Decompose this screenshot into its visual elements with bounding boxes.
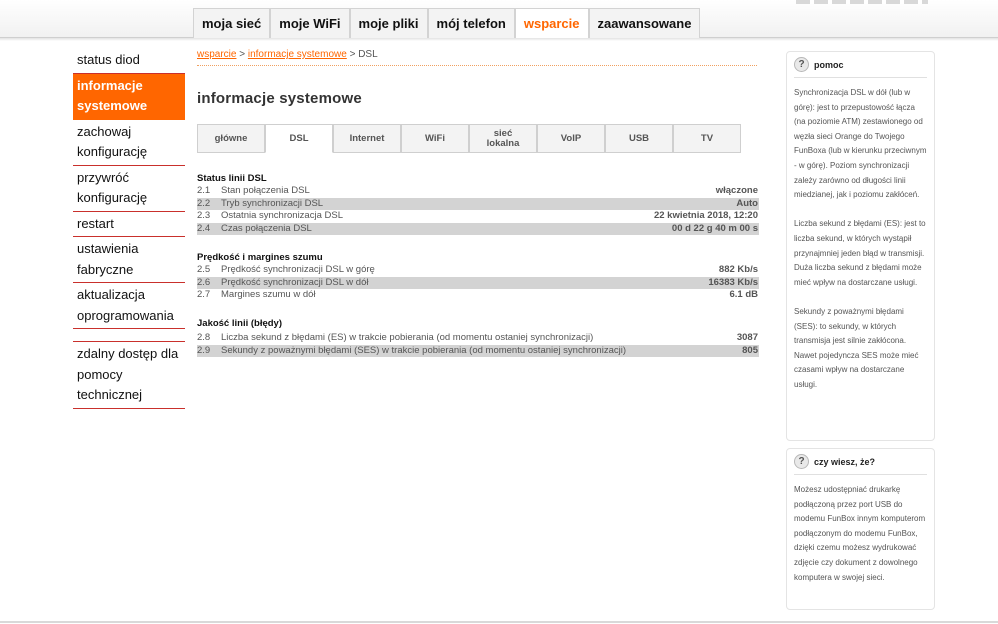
tab-usb[interactable]: USB [605,124,673,153]
row-value: 882 Kb/s [718,264,758,275]
tab-dsl[interactable]: DSL [265,124,333,153]
tab-internet[interactable]: Internet [333,124,401,153]
breadcrumb-separator: > [346,49,359,60]
main-tab-moja-siec[interactable]: moja sieć [193,8,271,38]
row-number: 2.1 [197,185,211,196]
help-paragraph: Synchronizacja DSL w dół (lub w górę): j… [794,88,927,200]
row-number: 2.5 [197,264,211,275]
table-row: 2.2 Tryb synchronizacji DSL Auto [197,197,759,210]
tip-panel-title: czy wiesz, że? [814,456,876,467]
main-nav: moja sieć moje WiFi moje pliki mój telef… [193,8,701,38]
row-number: 2.4 [197,222,211,234]
row-label: Czas połączenia DSL [221,222,312,234]
top-bar-shadow [0,38,998,41]
row-value: 00 d 22 g 40 m 00 s [671,222,758,234]
section-title: Status linii DSL [197,173,267,184]
tip-panel-body: Możesz udostępniać drukarkę podłączoną p… [787,475,934,591]
section-status-linii: Status linii DSL 2.1 Stan połączenia DSL… [197,172,759,235]
row-value: 6.1 dB [729,289,758,300]
row-number: 2.9 [197,344,211,356]
section-title: Jakość linii (błędy) [197,318,282,329]
sidebar-item-status-diod[interactable]: status diod [73,48,185,74]
help-panel-header: ? pomoc [787,52,934,77]
sidebar-item-ustawienia-fabryczne[interactable]: ustawienia fabryczne [73,237,185,283]
tab-wifi[interactable]: WiFi [401,124,469,153]
table-row: 2.1 Stan połączenia DSL włączone [197,185,759,198]
table-row: 2.6 Prędkość synchronizacji DSL w dół 16… [197,276,759,289]
table-row: 2.3 Ostatnia synchronizacja DSL 22 kwiet… [197,210,759,223]
table-row: 2.5 Prędkość synchronizacji DSL w górę 8… [197,264,759,277]
sidebar: status diod informacje systemowe zachowa… [73,48,185,409]
breadcrumb-current: DSL [358,49,378,60]
row-label: Tryb synchronizacji DSL [221,197,324,209]
sidebar-item-zdalny-dostep[interactable]: zdalny dostęp dla pomocy technicznej [73,342,185,409]
row-label: Prędkość synchronizacji DSL w górę [221,264,375,275]
breadcrumb-divider [197,65,757,66]
sidebar-divider [73,329,185,342]
help-panel-body: Synchronizacja DSL w dół (lub w górę): j… [787,78,934,398]
tip-panel-header: ? czy wiesz, że? [787,449,934,474]
breadcrumb-separator: > [236,49,248,60]
row-label: Margines szumu w dół [221,289,316,300]
tab-voip[interactable]: VoIP [537,124,605,153]
tip-panel: ? czy wiesz, że? Możesz udostępniać druk… [786,448,935,610]
sidebar-item-informacje-systemowe[interactable]: informacje systemowe [73,73,185,120]
row-number: 2.8 [197,332,211,343]
breadcrumb: wsparcie > informacje systemowe > DSL [197,48,759,62]
main-tab-moj-telefon[interactable]: mój telefon [427,8,515,38]
section-title: Prędkość i margines szumu [197,252,323,263]
row-number: 2.3 [197,210,211,221]
breadcrumb-link-informacje-systemowe[interactable]: informacje systemowe [248,49,347,60]
sidebar-item-aktualizacja-oprogramowania[interactable]: aktualizacja oprogramowania [73,283,185,329]
row-value: 16383 Kb/s [708,276,758,288]
table-row: 2.8 Liczba sekund z błędami (ES) w trakc… [197,332,759,345]
subtabs: główne DSL Internet WiFi sieć lokalna Vo… [197,124,741,153]
table-row: 2.4 Czas połączenia DSL 00 d 22 g 40 m 0… [197,222,759,235]
main-tab-zaawansowane[interactable]: zaawansowane [588,8,701,38]
breadcrumb-link-wsparcie[interactable]: wsparcie [197,49,236,60]
help-panel-title: pomoc [814,59,844,70]
sidebar-item-restart[interactable]: restart [73,212,185,237]
row-value: 805 [742,344,758,356]
help-paragraph: Liczba sekund z błędami (ES): jest to li… [794,219,926,287]
row-number: 2.2 [197,197,211,209]
tab-tv[interactable]: TV [673,124,741,153]
main-tab-wsparcie[interactable]: wsparcie [514,8,589,38]
main-tab-moje-wifi[interactable]: moje WiFi [270,8,350,38]
sidebar-item-przywroc-konfiguracje[interactable]: przywróć konfigurację [73,166,185,212]
row-label: Ostatnia synchronizacja DSL [221,210,343,221]
question-icon: ? [794,454,809,469]
table-row: 2.9 Sekundy z poważnymi błędami (SES) w … [197,344,759,357]
brand-logo-strip [796,0,928,4]
row-value: 3087 [736,332,758,343]
top-bar: moja sieć moje WiFi moje pliki mój telef… [0,0,998,41]
question-icon: ? [794,57,809,72]
tip-paragraph: Możesz udostępniać drukarkę podłączoną p… [794,485,926,582]
row-number: 2.7 [197,289,211,300]
tab-glowne[interactable]: główne [197,124,265,153]
help-panel: ? pomoc Synchronizacja DSL w dół (lub w … [786,51,935,441]
main-tab-moje-pliki[interactable]: moje pliki [349,8,428,38]
row-label: Prędkość synchronizacji DSL w dół [221,276,369,288]
footer-divider [0,621,998,623]
table-row: 2.7 Margines szumu w dół 6.1 dB [197,289,759,302]
tab-siec-lokalna[interactable]: sieć lokalna [469,124,537,153]
row-label: Sekundy z poważnymi błędami (SES) w trak… [221,344,626,356]
page-title: informacje systemowe [197,90,362,107]
help-paragraph: Sekundy z poważnymi błędami (SES): to se… [794,306,919,389]
row-number: 2.6 [197,276,211,288]
main-content: wsparcie > informacje systemowe > DSL in… [197,48,759,357]
row-value: Auto [736,197,758,209]
row-value: włączone [715,185,758,196]
section-jakosc: Jakość linii (błędy) 2.8 Liczba sekund z… [197,317,759,357]
sidebar-item-zachowaj-konfiguracje[interactable]: zachowaj konfigurację [73,120,185,166]
section-predkosc: Prędkość i margines szumu 2.5 Prędkość s… [197,251,759,302]
row-label: Stan połączenia DSL [221,185,310,196]
row-label: Liczba sekund z błędami (ES) w trakcie p… [221,332,594,343]
row-value: 22 kwietnia 2018, 12:20 [653,210,758,221]
